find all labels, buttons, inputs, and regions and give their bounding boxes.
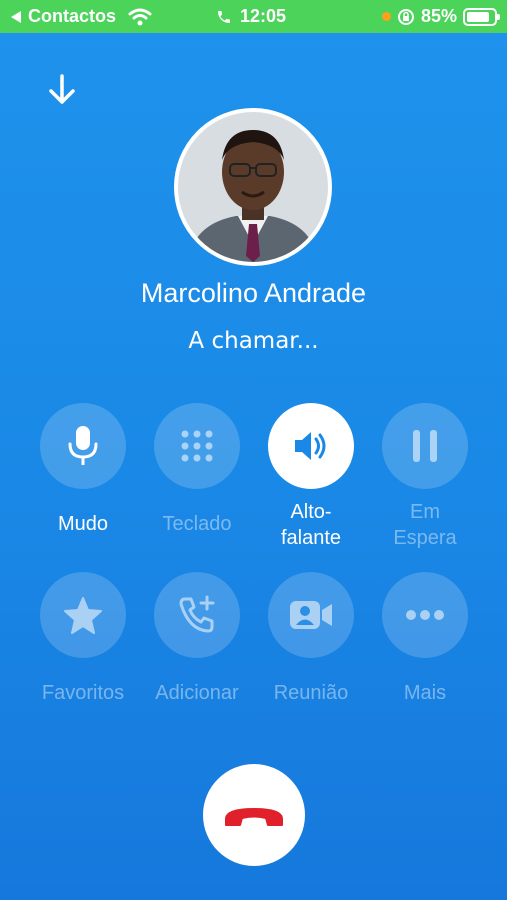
- more-icon: [406, 610, 444, 620]
- add-call-control[interactable]: Adicionar: [140, 572, 254, 706]
- speaker-icon: [295, 432, 326, 460]
- end-call-icon: [225, 808, 283, 826]
- hold-label-line1: Em: [410, 501, 440, 523]
- battery-percent: 85%: [420, 6, 457, 26]
- hold-button[interactable]: [382, 403, 468, 489]
- privacy-indicator-dot: [381, 12, 391, 21]
- battery-fill: [467, 11, 490, 22]
- meeting-control[interactable]: Reunião: [254, 572, 368, 706]
- orientation-lock-icon: [397, 8, 414, 25]
- speaker-label-line2: falante: [280, 527, 342, 549]
- add-call-label: Adicionar: [155, 682, 239, 704]
- mute-button[interactable]: [40, 403, 126, 489]
- favorites-label: Favoritos: [41, 682, 125, 704]
- mute-label: Mudo: [57, 513, 109, 535]
- meeting-label: Reunião: [273, 682, 349, 704]
- contact-avatar: [174, 108, 332, 266]
- back-app-label: Contactos: [28, 6, 117, 26]
- favorites-control[interactable]: Favoritos: [26, 572, 140, 706]
- speaker-button[interactable]: [268, 403, 354, 489]
- phone-icon: [218, 10, 230, 23]
- status-time-group: 12:05: [216, 6, 286, 27]
- speaker-label: Alto- falante: [254, 499, 368, 551]
- keypad-control[interactable]: Teclado: [140, 403, 254, 537]
- back-to-app[interactable]: Contactos: [10, 6, 152, 27]
- hold-control[interactable]: Em Espera: [368, 403, 482, 551]
- meeting-button[interactable]: [268, 572, 354, 658]
- video-meeting-icon: [290, 601, 332, 629]
- pause-icon: [413, 430, 437, 462]
- contact-name: Marcolino Andrade: [140, 278, 367, 308]
- end-call-button[interactable]: [203, 764, 305, 866]
- contact-photo: [178, 112, 328, 262]
- back-arrow-icon: [11, 10, 21, 23]
- keypad-label: Teclado: [162, 513, 232, 535]
- keypad-icon: [181, 430, 213, 462]
- speaker-label-line1: Alto-: [290, 501, 332, 523]
- add-call-button[interactable]: [154, 572, 240, 658]
- status-time: 12:05: [240, 6, 287, 26]
- battery-icon: [463, 7, 500, 26]
- more-button[interactable]: [382, 572, 468, 658]
- hold-label: Em Espera: [368, 499, 482, 551]
- add-call-icon: [179, 595, 215, 633]
- star-icon: [64, 597, 102, 634]
- microphone-icon: [68, 426, 98, 465]
- more-control[interactable]: Mais: [368, 572, 482, 706]
- hold-label-line2: Espera: [393, 527, 457, 549]
- status-bar: Contactos 12:05 85%: [0, 0, 507, 33]
- mute-control[interactable]: Mudo: [26, 403, 140, 537]
- status-right-group: 85%: [381, 6, 500, 27]
- favorites-button[interactable]: [40, 572, 126, 658]
- wifi-icon: [128, 8, 152, 25]
- more-label: Mais: [403, 682, 447, 704]
- keypad-button[interactable]: [154, 403, 240, 489]
- minimize-arrow-icon[interactable]: [44, 72, 80, 108]
- speaker-control[interactable]: Alto- falante: [254, 403, 368, 551]
- call-status: A chamar...: [188, 328, 319, 354]
